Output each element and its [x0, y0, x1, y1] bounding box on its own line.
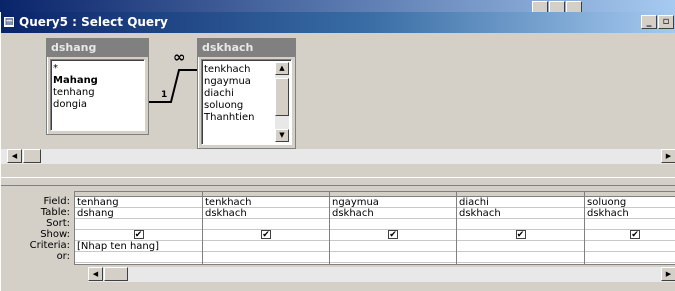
table-design-pane: dshang * Mahang tenhang dongia 1 ∞ dskha… [1, 33, 675, 165]
criteria-cell[interactable] [457, 241, 584, 252]
or-cell[interactable] [330, 252, 456, 263]
scroll-thumb[interactable] [275, 78, 289, 116]
show-checkbox[interactable]: ✔ [261, 230, 271, 240]
row-label-field: Field: [43, 196, 70, 207]
field-cell[interactable]: ngaymua [330, 197, 456, 208]
row-label-show: Show: [40, 229, 70, 240]
table-title-dskhach[interactable]: dskhach [198, 39, 295, 57]
criteria-cell[interactable]: [Nhap ten hang] [75, 241, 202, 252]
arrow-down-icon[interactable]: ▼ [275, 129, 289, 142]
minimize-button[interactable]: _ [641, 15, 657, 29]
criteria-cell[interactable] [330, 241, 456, 252]
criteria-cell[interactable] [585, 241, 675, 252]
minimize-icon: _ [646, 16, 652, 27]
scroll-thumb[interactable] [23, 149, 41, 163]
restore-icon: ▫ [662, 16, 670, 27]
row-label-criteria: Criteria: [29, 240, 70, 251]
checkmark-icon: ✔ [516, 230, 525, 240]
field-cell[interactable]: tenhang [75, 197, 202, 208]
arrow-right-icon[interactable]: ▶ [661, 149, 675, 163]
grid-row-labels: Field: Table: Sort: Show: Criteria: or: [1, 196, 73, 262]
table-cell[interactable]: dskhach [203, 208, 329, 219]
or-cell[interactable] [457, 252, 584, 263]
arrow-left-icon[interactable]: ◀ [88, 267, 103, 281]
grid-column[interactable]: tenhang dshang ✔ [Nhap ten hang] [75, 192, 203, 264]
checkmark-icon: ✔ [631, 230, 639, 240]
table-pane-hscrollbar[interactable]: ◀ ▶ [1, 149, 675, 164]
row-label-or: or: [56, 251, 70, 262]
row-label-table: Table: [40, 207, 70, 218]
field-cell[interactable]: tenkhach [203, 197, 329, 208]
grid-column[interactable]: tenkhach dskhach ✔ [203, 192, 330, 264]
restore-button[interactable]: ▫ [658, 15, 674, 29]
table-cell[interactable]: dskhach [330, 208, 456, 219]
show-cell[interactable]: ✔ [585, 230, 675, 241]
checkmark-icon: ✔ [134, 230, 143, 240]
one-side-label: 1 [161, 90, 167, 100]
show-checkbox[interactable]: ✔ [630, 230, 640, 240]
show-checkbox[interactable]: ✔ [388, 230, 398, 240]
arrow-left-icon[interactable]: ◀ [7, 149, 22, 163]
show-checkbox[interactable]: ✔ [515, 230, 526, 240]
or-cell[interactable] [585, 252, 675, 263]
query-window-titlebar[interactable]: ▤ Query5 : Select Query _ ▫ [1, 12, 675, 33]
row-label-sort: Sort: [46, 218, 70, 229]
arrow-up-icon[interactable]: ▲ [275, 62, 289, 75]
or-cell[interactable] [203, 252, 329, 263]
design-grid-pane: Field: Table: Sort: Show: Criteria: or: … [1, 186, 675, 291]
window-title: Query5 : Select Query [19, 15, 168, 29]
show-cell[interactable]: ✔ [330, 230, 456, 241]
query-icon[interactable]: ▤ [3, 16, 15, 28]
grid-column[interactable]: ngaymua dskhach ✔ [330, 192, 457, 264]
checkmark-icon: ✔ [389, 230, 397, 240]
table-box-dskhach[interactable]: dskhach tenkhach ngaymua diachi soluong … [197, 38, 296, 149]
field-cell[interactable]: soluong [585, 197, 675, 208]
checkmark-icon: ✔ [262, 230, 270, 240]
table-cell[interactable]: dskhach [585, 208, 675, 219]
show-cell[interactable]: ✔ [75, 230, 202, 241]
sort-cell[interactable] [203, 219, 329, 230]
table-cell[interactable]: dshang [75, 208, 202, 219]
show-cell[interactable]: ✔ [203, 230, 329, 241]
field-cell[interactable]: diachi [457, 197, 584, 208]
pane-splitter[interactable] [1, 177, 675, 186]
show-cell[interactable]: ✔ [457, 230, 584, 241]
scroll-thumb[interactable] [104, 267, 128, 281]
grid-column[interactable]: diachi dskhach ✔ [457, 192, 585, 264]
criteria-cell[interactable] [203, 241, 329, 252]
many-side-label: ∞ [173, 48, 186, 66]
grid-hscrollbar[interactable]: ◀ ▶ [88, 267, 675, 282]
sort-cell[interactable] [75, 219, 202, 230]
table-cell[interactable]: dskhach [457, 208, 584, 219]
sort-cell[interactable] [585, 219, 675, 230]
grid-column[interactable]: soluong dskhach ✔ [585, 192, 675, 264]
sort-cell[interactable] [330, 219, 456, 230]
arrow-right-icon[interactable]: ▶ [661, 267, 675, 281]
or-cell[interactable] [75, 252, 202, 263]
query-window: ▤ Query5 : Select Query _ ▫ dshang * Mah… [0, 12, 675, 291]
field-list-scrollbar[interactable]: ▲ ▼ [275, 62, 289, 142]
sort-cell[interactable] [457, 219, 584, 230]
query-design-grid[interactable]: tenhang dshang ✔ [Nhap ten hang] tenkhac… [74, 191, 675, 265]
field-list-dskhach[interactable]: tenkhach ngaymua diachi soluong Thanhtie… [201, 59, 292, 145]
join-line[interactable] [149, 69, 199, 103]
show-checkbox[interactable]: ✔ [133, 230, 144, 240]
relationship-line[interactable]: 1 ∞ [1, 33, 675, 165]
